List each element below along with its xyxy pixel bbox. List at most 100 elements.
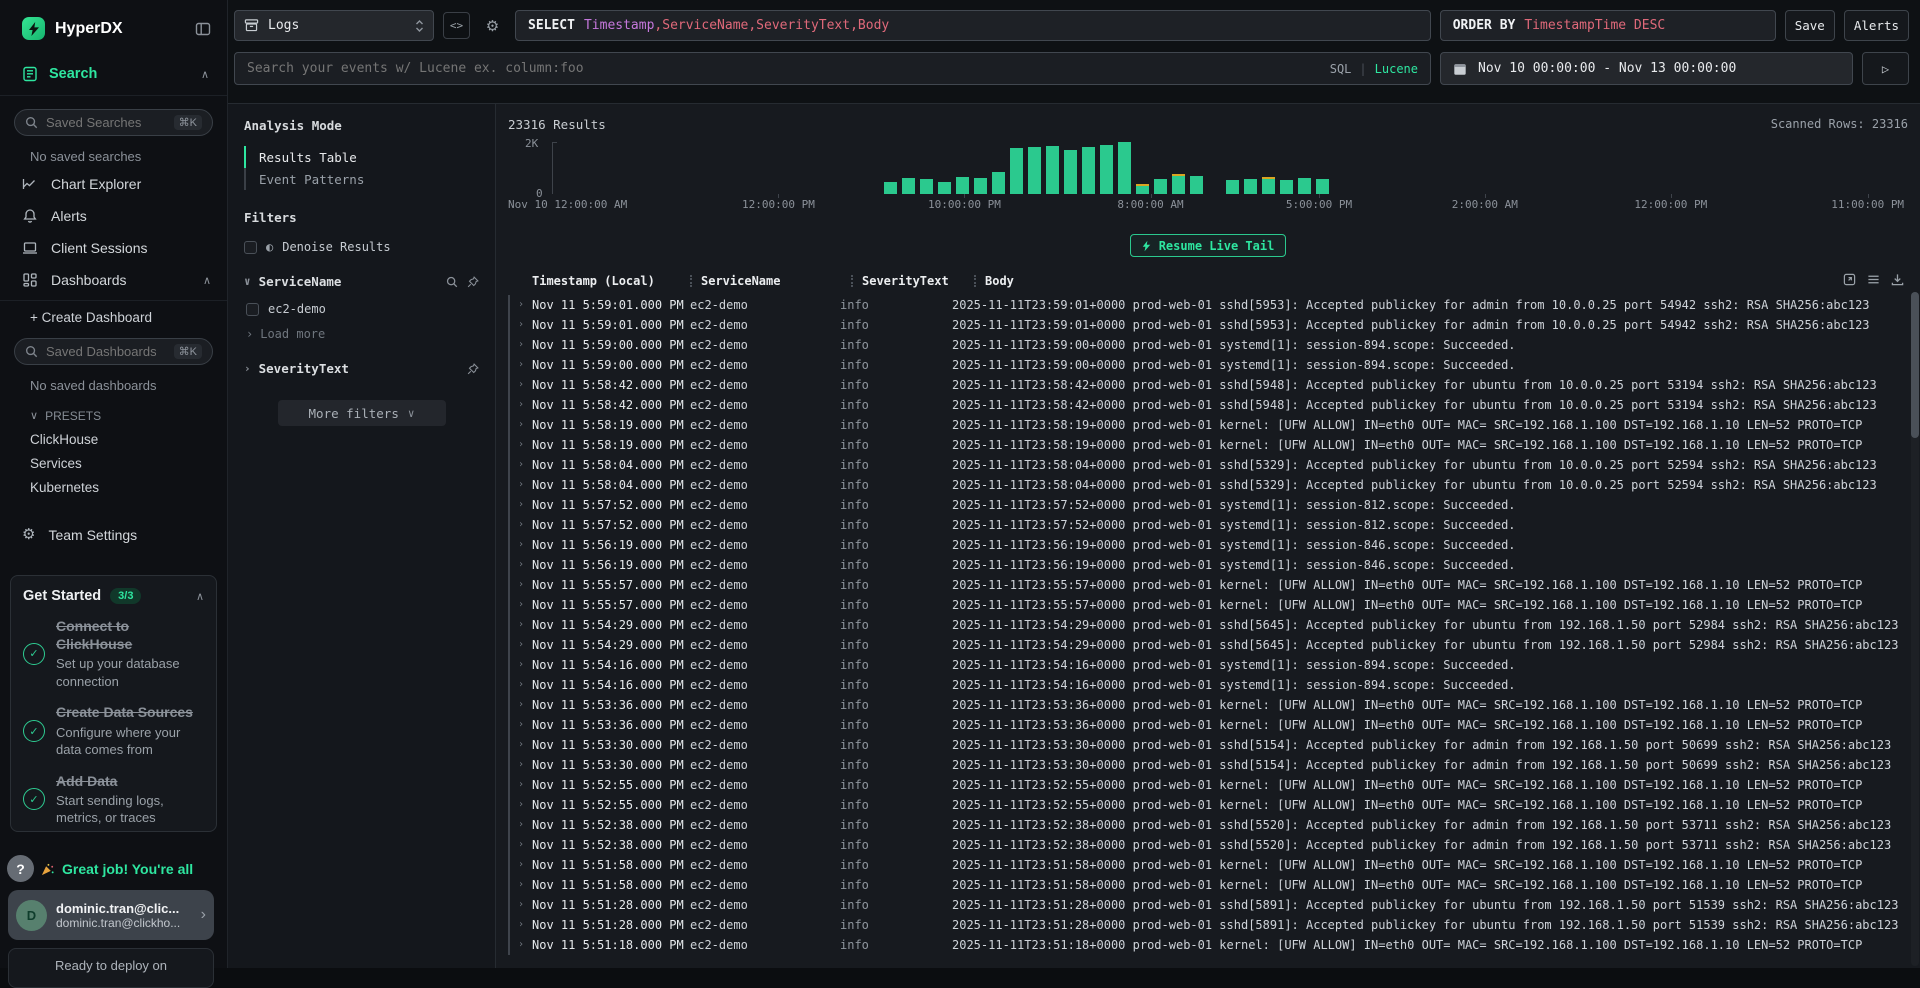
row-expand-icon[interactable]: › (510, 355, 532, 375)
code-editor-icon[interactable]: <> (443, 12, 470, 39)
chart-bar[interactable] (1028, 147, 1041, 194)
more-filters-button[interactable]: More filters ∨ (278, 400, 446, 426)
row-expand-icon[interactable]: › (510, 495, 532, 515)
select-columns-input[interactable]: SELECT Timestamp ,ServiceName,SeverityTe… (515, 10, 1431, 41)
row-expand-icon[interactable]: › (510, 915, 532, 935)
pin-icon[interactable] (467, 276, 479, 288)
query-settings-gear-icon[interactable]: ⚙ (479, 12, 506, 39)
date-range-picker[interactable]: Nov 10 00:00:00 - Nov 13 00:00:00 (1440, 52, 1853, 85)
chart-bar[interactable] (1262, 177, 1275, 194)
saved-searches-field[interactable] (46, 115, 156, 130)
column-header[interactable]: Timestamp (Local) (532, 274, 690, 288)
column-header[interactable]: Body (985, 274, 1908, 288)
row-density-icon[interactable] (1867, 273, 1880, 286)
table-row[interactable]: ›Nov 11 5:55:57.000 PMec2-demoinfo2025-1… (508, 595, 1908, 615)
chart-bar[interactable] (1046, 146, 1059, 194)
resume-live-tail-button[interactable]: Resume Live Tail (1130, 234, 1287, 257)
table-row[interactable]: ›Nov 11 5:52:55.000 PMec2-demoinfo2025-1… (508, 795, 1908, 815)
row-expand-icon[interactable]: › (510, 895, 532, 915)
chart-bar[interactable] (1064, 150, 1077, 194)
row-expand-icon[interactable]: › (510, 455, 532, 475)
row-expand-icon[interactable]: › (510, 575, 532, 595)
chart-bar[interactable] (1100, 145, 1113, 194)
sidebar-collapse-icon[interactable] (195, 21, 211, 37)
saved-dashboards-field[interactable] (46, 344, 156, 359)
help-button[interactable]: ? (7, 855, 34, 882)
get-started-item[interactable]: ✓Connect to ClickHouseSet up your databa… (23, 617, 204, 690)
row-expand-icon[interactable]: › (510, 375, 532, 395)
lang-toggle-sql[interactable]: SQL (1330, 62, 1352, 76)
chart-bar[interactable] (1298, 178, 1311, 194)
row-expand-icon[interactable]: › (510, 555, 532, 575)
sidebar-item-dashboards[interactable]: Dashboards ∧ (0, 264, 227, 296)
chevron-up-icon[interactable]: ∧ (196, 590, 204, 603)
saved-dashboards-input[interactable]: ⌘K (14, 338, 213, 365)
deploy-note[interactable]: Ready to deploy on (8, 948, 214, 988)
table-row[interactable]: ›Nov 11 5:56:19.000 PMec2-demoinfo2025-1… (508, 535, 1908, 555)
sidebar-item-client-sessions[interactable]: Client Sessions (0, 232, 227, 264)
table-row[interactable]: ›Nov 11 5:59:00.000 PMec2-demoinfo2025-1… (508, 355, 1908, 375)
download-icon[interactable] (1891, 273, 1904, 286)
lang-toggle-lucene[interactable]: Lucene (1375, 62, 1418, 76)
chart-bar[interactable] (974, 178, 987, 194)
chart-bar[interactable] (920, 179, 933, 194)
table-row[interactable]: ›Nov 11 5:53:36.000 PMec2-demoinfo2025-1… (508, 695, 1908, 715)
chart-bar[interactable] (992, 172, 1005, 194)
denoise-checkbox[interactable] (244, 241, 257, 254)
row-expand-icon[interactable]: › (510, 435, 532, 455)
row-expand-icon[interactable]: › (510, 755, 532, 775)
row-expand-icon[interactable]: › (510, 835, 532, 855)
column-header[interactable]: SeverityText (862, 274, 974, 288)
table-row[interactable]: ›Nov 11 5:58:04.000 PMec2-demoinfo2025-1… (508, 455, 1908, 475)
row-expand-icon[interactable]: › (510, 775, 532, 795)
user-menu[interactable]: D dominic.tran@clic... dominic.tran@clic… (8, 890, 214, 940)
column-resize-handle[interactable] (851, 275, 853, 287)
row-expand-icon[interactable]: › (510, 315, 532, 335)
chart-bar[interactable] (1082, 147, 1095, 194)
table-row[interactable]: ›Nov 11 5:59:01.000 PMec2-demoinfo2025-1… (508, 295, 1908, 315)
chart-bar[interactable] (1154, 179, 1167, 194)
load-more-button[interactable]: › Load more (246, 327, 479, 341)
table-row[interactable]: ›Nov 11 5:51:28.000 PMec2-demoinfo2025-1… (508, 915, 1908, 935)
get-started-item[interactable]: ✓Add DataStart sending logs, metrics, or… (23, 772, 204, 827)
row-expand-icon[interactable]: › (510, 695, 532, 715)
filter-group-severitytext[interactable]: › SeverityText (244, 361, 479, 376)
get-started-item[interactable]: ✓Create Data SourcesConfigure where your… (23, 703, 204, 758)
sidebar-item-search[interactable]: Search ∧ (0, 55, 227, 96)
table-row[interactable]: ›Nov 11 5:54:16.000 PMec2-demoinfo2025-1… (508, 675, 1908, 695)
scrollbar-track[interactable] (1911, 292, 1919, 966)
table-row[interactable]: ›Nov 11 5:51:58.000 PMec2-demoinfo2025-1… (508, 855, 1908, 875)
chart-bar[interactable] (1226, 180, 1239, 194)
column-header[interactable]: ServiceName (701, 274, 851, 288)
row-expand-icon[interactable]: › (510, 595, 532, 615)
source-select[interactable]: Logs (234, 10, 434, 41)
create-dashboard-button[interactable]: + Create Dashboard (0, 301, 227, 325)
sidebar-item-chart-explorer[interactable]: Chart Explorer (0, 168, 227, 200)
row-expand-icon[interactable]: › (510, 535, 532, 555)
table-row[interactable]: ›Nov 11 5:51:28.000 PMec2-demoinfo2025-1… (508, 895, 1908, 915)
row-expand-icon[interactable]: › (510, 735, 532, 755)
saved-searches-input[interactable]: ⌘K (14, 109, 213, 136)
column-resize-handle[interactable] (690, 275, 692, 287)
table-row[interactable]: ›Nov 11 5:52:38.000 PMec2-demoinfo2025-1… (508, 835, 1908, 855)
chart-bar[interactable] (938, 182, 951, 194)
mode-results-table[interactable]: Results Table (244, 146, 479, 168)
table-row[interactable]: ›Nov 11 5:57:52.000 PMec2-demoinfo2025-1… (508, 515, 1908, 535)
row-expand-icon[interactable]: › (510, 415, 532, 435)
search-input[interactable] (247, 61, 1322, 76)
run-query-button[interactable]: ▷ (1862, 52, 1909, 85)
sidebar-item-alerts[interactable]: Alerts (0, 200, 227, 232)
table-row[interactable]: ›Nov 11 5:58:42.000 PMec2-demoinfo2025-1… (508, 375, 1908, 395)
column-resize-handle[interactable] (974, 275, 976, 287)
chevron-up-icon[interactable]: ∧ (201, 68, 209, 81)
table-row[interactable]: ›Nov 11 5:58:19.000 PMec2-demoinfo2025-1… (508, 415, 1908, 435)
filter-search-icon[interactable] (446, 276, 458, 288)
row-expand-icon[interactable]: › (510, 935, 532, 955)
table-row[interactable]: ›Nov 11 5:57:52.000 PMec2-demoinfo2025-1… (508, 495, 1908, 515)
get-started-header[interactable]: Get Started 3/3 ∧ (23, 588, 204, 604)
row-expand-icon[interactable]: › (510, 815, 532, 835)
table-row[interactable]: ›Nov 11 5:53:36.000 PMec2-demoinfo2025-1… (508, 715, 1908, 735)
chart-bar[interactable] (884, 182, 897, 194)
mode-event-patterns[interactable]: Event Patterns (244, 168, 479, 190)
chart-bar[interactable] (1118, 142, 1131, 194)
